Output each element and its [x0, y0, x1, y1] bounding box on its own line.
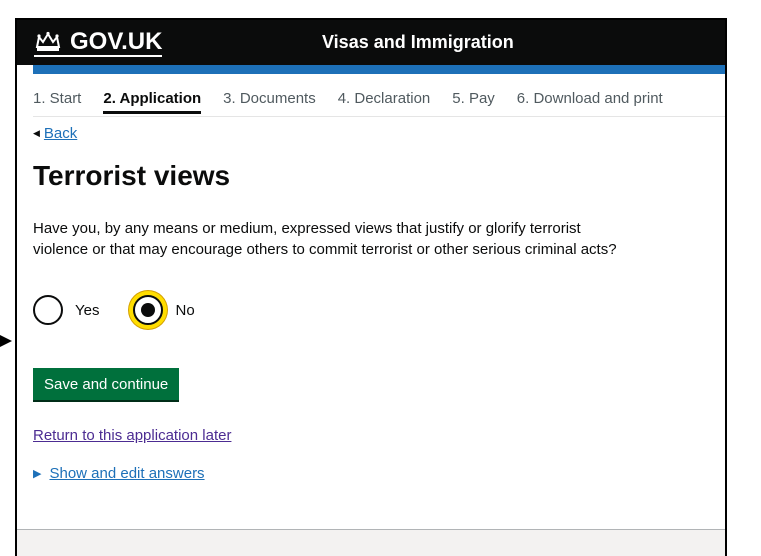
page-footer	[17, 529, 725, 556]
back-arrow-icon: ◀	[33, 128, 40, 138]
service-name[interactable]: Visas and Immigration	[322, 32, 514, 53]
question-text: Have you, by any means or medium, expres…	[33, 220, 617, 258]
radio-yes-circle[interactable]	[33, 295, 63, 325]
return-later-link[interactable]: Return to this application later	[33, 427, 231, 444]
step-application: 2. Application	[103, 90, 202, 114]
step-pay: 5. Pay	[452, 90, 495, 107]
step-documents: 3. Documents	[223, 90, 316, 107]
pointer-arrow-icon	[0, 335, 12, 347]
step-navigation: 1. Start 2. Application 3. Documents 4. …	[33, 90, 685, 116]
steps-divider	[33, 116, 725, 117]
radio-no[interactable]: No	[133, 295, 195, 325]
page-title: Terrorist views	[33, 160, 231, 191]
browser-frame: GOV.UK Visas and Immigration 1. Start 2.…	[15, 18, 727, 556]
step-start: 1. Start	[33, 90, 82, 107]
govuk-header: GOV.UK Visas and Immigration	[17, 20, 725, 65]
show-edit-answers-label[interactable]: Show and edit answers	[49, 465, 204, 482]
save-and-continue-button[interactable]: Save and continue	[33, 368, 180, 400]
radio-yes-label[interactable]: Yes	[75, 302, 99, 319]
radio-no-circle[interactable]	[133, 295, 164, 325]
brand-label: GOV.UK	[70, 28, 163, 55]
expand-triangle-icon: ▶	[33, 468, 42, 480]
back-link[interactable]: ◀ Back	[33, 125, 77, 142]
step-declaration: 4. Declaration	[337, 90, 431, 107]
show-edit-answers-toggle[interactable]: ▶ Show and edit answers	[33, 465, 205, 482]
back-link-label: Back	[43, 125, 78, 142]
step-download-print: 6. Download and print	[516, 90, 663, 107]
header-accent-bar	[33, 65, 725, 74]
govuk-home-link[interactable]: GOV.UK	[34, 28, 163, 57]
crown-icon	[34, 31, 62, 53]
radio-no-label[interactable]: No	[175, 302, 194, 319]
yes-no-radio-group: Yes No	[33, 295, 229, 325]
radio-yes[interactable]: Yes	[33, 295, 99, 325]
